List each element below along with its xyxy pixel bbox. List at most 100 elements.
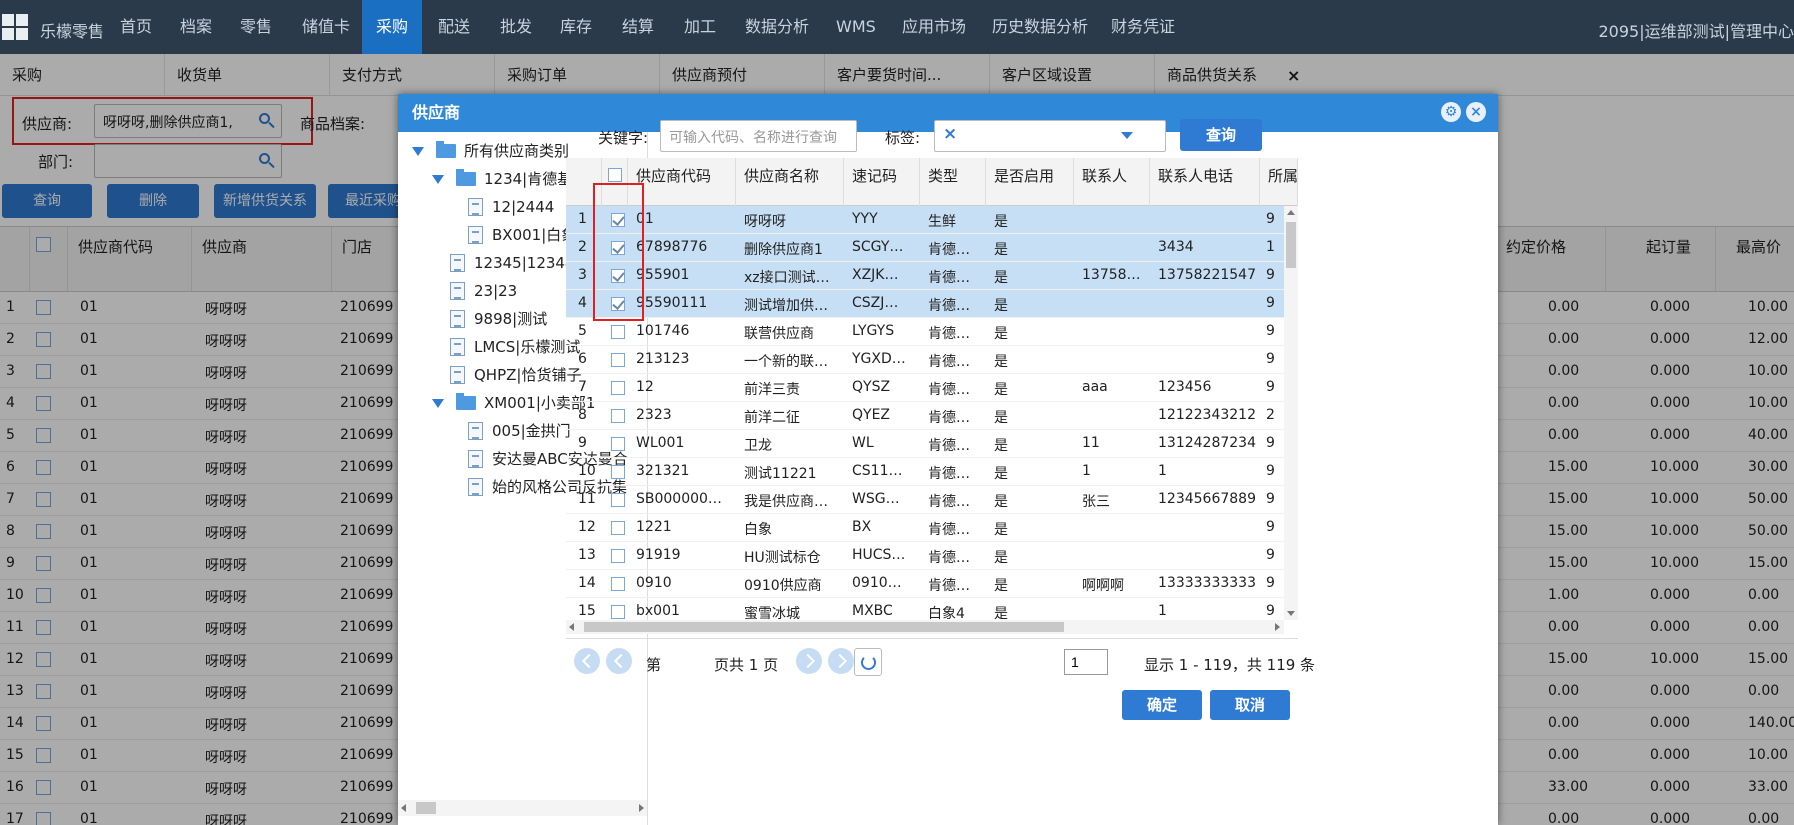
col-contact-phone[interactable]: 联系人电话 bbox=[1150, 158, 1260, 206]
tag-select[interactable]: × bbox=[934, 120, 1166, 152]
nav-stored-value-card[interactable]: 储值卡 bbox=[288, 0, 364, 54]
col-supplier-name[interactable]: 供应商名称 bbox=[736, 158, 844, 206]
row-checkbox[interactable] bbox=[611, 437, 625, 451]
grid-row[interactable]: 13 91919 HU测试标仓 HUCS… 肯德… 是 9 bbox=[566, 542, 1284, 570]
enabled-cell: 是 bbox=[994, 242, 1008, 258]
next-page-icon[interactable] bbox=[796, 648, 822, 674]
select-all-checkbox[interactable] bbox=[608, 168, 622, 182]
page-number-input[interactable] bbox=[1064, 649, 1108, 675]
col-supplier-code[interactable]: 供应商代码 bbox=[628, 158, 736, 206]
tree-node-label: 005|金拱门 bbox=[492, 422, 571, 440]
grid-row[interactable]: 7 12 前洋三责 QYSZ 肯德… 是 aaa 123456 9 bbox=[566, 374, 1284, 402]
prev-page-icon[interactable] bbox=[606, 648, 632, 674]
gear-icon[interactable]: ⚙ bbox=[1441, 102, 1461, 122]
user-info[interactable]: 2095|运维部测试|管理中心 bbox=[1594, 18, 1794, 42]
shorthand-cell: BX bbox=[852, 519, 872, 535]
row-checkbox[interactable] bbox=[611, 605, 625, 619]
col-type[interactable]: 类型 bbox=[920, 158, 986, 206]
enabled-cell: 是 bbox=[994, 466, 1008, 482]
nav-wholesale[interactable]: 批发 bbox=[486, 0, 546, 54]
nav-finance-voucher[interactable]: 财务凭证 bbox=[1097, 0, 1189, 54]
contact-cell: 11 bbox=[1082, 435, 1100, 451]
grid-row[interactable]: 9 WL001 卫龙 WL 肯德… 是 11 13124287234 9 bbox=[566, 430, 1284, 458]
row-checkbox[interactable] bbox=[611, 381, 625, 395]
nav-purchase[interactable]: 采购 bbox=[362, 0, 423, 54]
confirm-button[interactable]: 确定 bbox=[1122, 690, 1202, 720]
nav-settlement[interactable]: 结算 bbox=[608, 0, 668, 54]
col-contact[interactable]: 联系人 bbox=[1074, 158, 1150, 206]
dialog-query-button[interactable]: 查询 bbox=[1180, 119, 1262, 151]
supplier-code-cell: 67898776 bbox=[636, 239, 708, 255]
shorthand-cell: HUCS… bbox=[852, 547, 906, 563]
nav-home[interactable]: 首页 bbox=[106, 0, 166, 54]
enabled-cell: 是 bbox=[994, 354, 1008, 370]
document-icon bbox=[450, 366, 465, 384]
grid-row[interactable]: 1 01 呀呀呀 YYY 生鲜是 9 bbox=[566, 206, 1284, 234]
row-checkbox[interactable] bbox=[611, 465, 625, 479]
nav-archive[interactable]: 档案 bbox=[166, 0, 226, 54]
supplier-name-cell: 呀呀呀 bbox=[744, 214, 786, 230]
supplier-name-cell: xz接口测试… bbox=[744, 270, 830, 286]
grid-row[interactable]: 12 1221 白象 BX 肯德… 是 9 bbox=[566, 514, 1284, 542]
supplier-code-cell: 213123 bbox=[636, 351, 690, 367]
grid-row[interactable]: 11 SB000000… 我是供应商… WSG… 肯德… 是 张三 12345667889 9 bbox=[566, 486, 1284, 514]
nav-inventory[interactable]: 库存 bbox=[546, 0, 606, 54]
grid-row[interactable]: 2 67898776 删除供应商1 SCGY… 肯德… 是 3434 1 bbox=[566, 234, 1284, 262]
row-checkbox[interactable] bbox=[611, 353, 625, 367]
belong-cell: 2 bbox=[1266, 407, 1275, 423]
app-grid-icon[interactable] bbox=[0, 12, 30, 42]
belong-cell: 9 bbox=[1266, 379, 1275, 395]
type-cell: 肯德… bbox=[928, 354, 970, 370]
enabled-cell: 是 bbox=[994, 522, 1008, 538]
collapse-arrow-icon[interactable] bbox=[432, 175, 444, 184]
grid-vertical-scrollbar[interactable] bbox=[1284, 206, 1298, 620]
contact-cell: 张三 bbox=[1082, 494, 1110, 510]
clear-icon[interactable]: × bbox=[943, 124, 1157, 144]
last-page-icon[interactable] bbox=[828, 648, 854, 674]
refresh-icon[interactable] bbox=[854, 648, 882, 676]
nav-processing[interactable]: 加工 bbox=[670, 0, 730, 54]
row-checkbox[interactable] bbox=[611, 493, 625, 507]
tree-node-label: 12|2444 bbox=[492, 198, 555, 216]
keyword-input[interactable]: 可输入代码、名称进行查询 bbox=[660, 120, 857, 152]
row-checkbox[interactable] bbox=[611, 549, 625, 563]
first-page-icon[interactable] bbox=[574, 648, 600, 674]
top-nav-bar: 乐檬零售 首页 档案 零售 储值卡 采购 配送 批发 库存 结算 加工 数据分析… bbox=[0, 0, 1794, 54]
shorthand-cell: QYEZ bbox=[852, 407, 891, 423]
grid-row[interactable]: 5 101746 联营供应商 LYGYS 肯德… 是 9 bbox=[566, 318, 1284, 346]
nav-data-analysis[interactable]: 数据分析 bbox=[731, 0, 823, 54]
nav-wms[interactable]: WMS bbox=[822, 0, 890, 54]
contact-phone-cell: 13758221547 bbox=[1158, 267, 1256, 283]
grid-row[interactable]: 3 955901 xz接口测试… XZJK… 肯德… 是 13758… 13758221547… bbox=[566, 262, 1284, 290]
folder-icon bbox=[456, 169, 476, 186]
col-belong[interactable]: 所属 bbox=[1260, 158, 1298, 206]
row-checkbox[interactable] bbox=[611, 325, 625, 339]
row-checkbox[interactable] bbox=[611, 521, 625, 535]
contact-cell: 1 bbox=[1082, 463, 1091, 479]
cancel-button[interactable]: 取消 bbox=[1210, 690, 1290, 720]
collapse-arrow-icon[interactable] bbox=[432, 399, 444, 408]
supplier-name-cell: 联营供应商 bbox=[744, 326, 814, 342]
tree-horizontal-scrollbar[interactable] bbox=[398, 800, 647, 816]
collapse-arrow-icon[interactable] bbox=[412, 147, 424, 156]
row-checkbox[interactable] bbox=[611, 409, 625, 423]
col-shorthand[interactable]: 速记码 bbox=[844, 158, 920, 206]
grid-horizontal-scrollbar[interactable] bbox=[566, 620, 1284, 634]
document-icon bbox=[450, 338, 465, 356]
col-enabled[interactable]: 是否启用 bbox=[986, 158, 1074, 206]
close-icon[interactable]: × bbox=[1466, 102, 1486, 122]
grid-row[interactable]: 10 321321 测试11221 CS11… 肯德… 是 1 1 9 bbox=[566, 458, 1284, 486]
row-checkbox[interactable] bbox=[611, 577, 625, 591]
supplier-name-cell: 白象 bbox=[744, 522, 772, 538]
type-cell: 肯德… bbox=[928, 382, 970, 398]
row-number: 15 bbox=[578, 603, 596, 619]
nav-retail[interactable]: 零售 bbox=[226, 0, 286, 54]
grid-row[interactable]: 4 95590111 测试增加供… CSZJ… 肯德… 是 9 bbox=[566, 290, 1284, 318]
grid-row[interactable]: 8 2323 前洋二征 QYEZ 肯德… 是 12122343212 2 bbox=[566, 402, 1284, 430]
enabled-cell: 是 bbox=[994, 578, 1008, 594]
nav-history-analysis[interactable]: 历史数据分析 bbox=[978, 0, 1102, 54]
grid-row[interactable]: 14 0910 0910供应商 0910… 肯德… 是 啊啊啊 13333333333 9 bbox=[566, 570, 1284, 598]
nav-delivery[interactable]: 配送 bbox=[424, 0, 484, 54]
grid-row[interactable]: 6 213123 一个新的联… YGXD… 肯德… 是 9 bbox=[566, 346, 1284, 374]
nav-app-market[interactable]: 应用市场 bbox=[888, 0, 980, 54]
